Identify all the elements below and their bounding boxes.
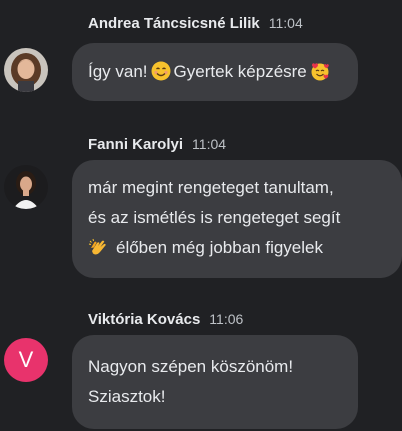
message-text-part: Gyertek képzésre bbox=[173, 62, 307, 81]
message-fanni: Fanni Karolyi 11:04 már megint rengetege… bbox=[0, 133, 402, 283]
avatar-letter: V bbox=[18, 347, 34, 372]
timestamp: 11:04 bbox=[268, 15, 303, 31]
message-line: Nagyon szépen köszönöm! bbox=[88, 357, 294, 376]
clapping-hands-emoji bbox=[88, 238, 106, 255]
message-header: Viktória Kovács 11:06 bbox=[88, 308, 243, 330]
smiling-face-emoji bbox=[151, 61, 171, 81]
avatar[interactable] bbox=[4, 165, 48, 209]
message-header: Andrea Táncsicsné Lilik 11:04 bbox=[88, 12, 303, 34]
avatar-photo-andrea bbox=[4, 48, 48, 92]
message-bubble[interactable]: Így van! Gyertek képzésre bbox=[72, 43, 358, 101]
message-line: már megint rengeteget tanultam, bbox=[88, 178, 334, 197]
message-text-part: élőben még jobban figyelek bbox=[116, 238, 323, 257]
message-line: Sziasztok! bbox=[88, 387, 166, 406]
message-line: élőben még jobban figyelek bbox=[88, 233, 386, 263]
message-header: Fanni Karolyi 11:04 bbox=[88, 133, 226, 155]
smiling-face-with-hearts-emoji bbox=[311, 63, 329, 81]
avatar[interactable] bbox=[4, 48, 48, 92]
message-andrea: Andrea Táncsicsné Lilik 11:04 Így van! G… bbox=[0, 12, 402, 112]
message-line: és az ismétlés is rengeteget segít bbox=[88, 208, 341, 227]
message-text: Így van! Gyertek képzésre bbox=[88, 57, 342, 87]
sender-name[interactable]: Fanni Karolyi bbox=[88, 136, 183, 153]
message-viktoria: Viktória Kovács 11:06 V Nagyon szépen kö… bbox=[0, 308, 402, 429]
sender-name[interactable]: Viktória Kovács bbox=[88, 311, 200, 328]
sender-name[interactable]: Andrea Táncsicsné Lilik bbox=[88, 15, 260, 32]
timestamp: 11:06 bbox=[209, 311, 244, 327]
avatar-photo-fanni bbox=[4, 165, 48, 209]
avatar[interactable]: V bbox=[4, 338, 48, 382]
message-bubble[interactable]: Nagyon szépen köszönöm! Sziasztok! bbox=[72, 335, 358, 429]
timestamp: 11:04 bbox=[192, 136, 227, 152]
message-text-part: Így van! bbox=[88, 62, 148, 81]
message-bubble[interactable]: már megint rengeteget tanultam, és az is… bbox=[72, 160, 402, 278]
